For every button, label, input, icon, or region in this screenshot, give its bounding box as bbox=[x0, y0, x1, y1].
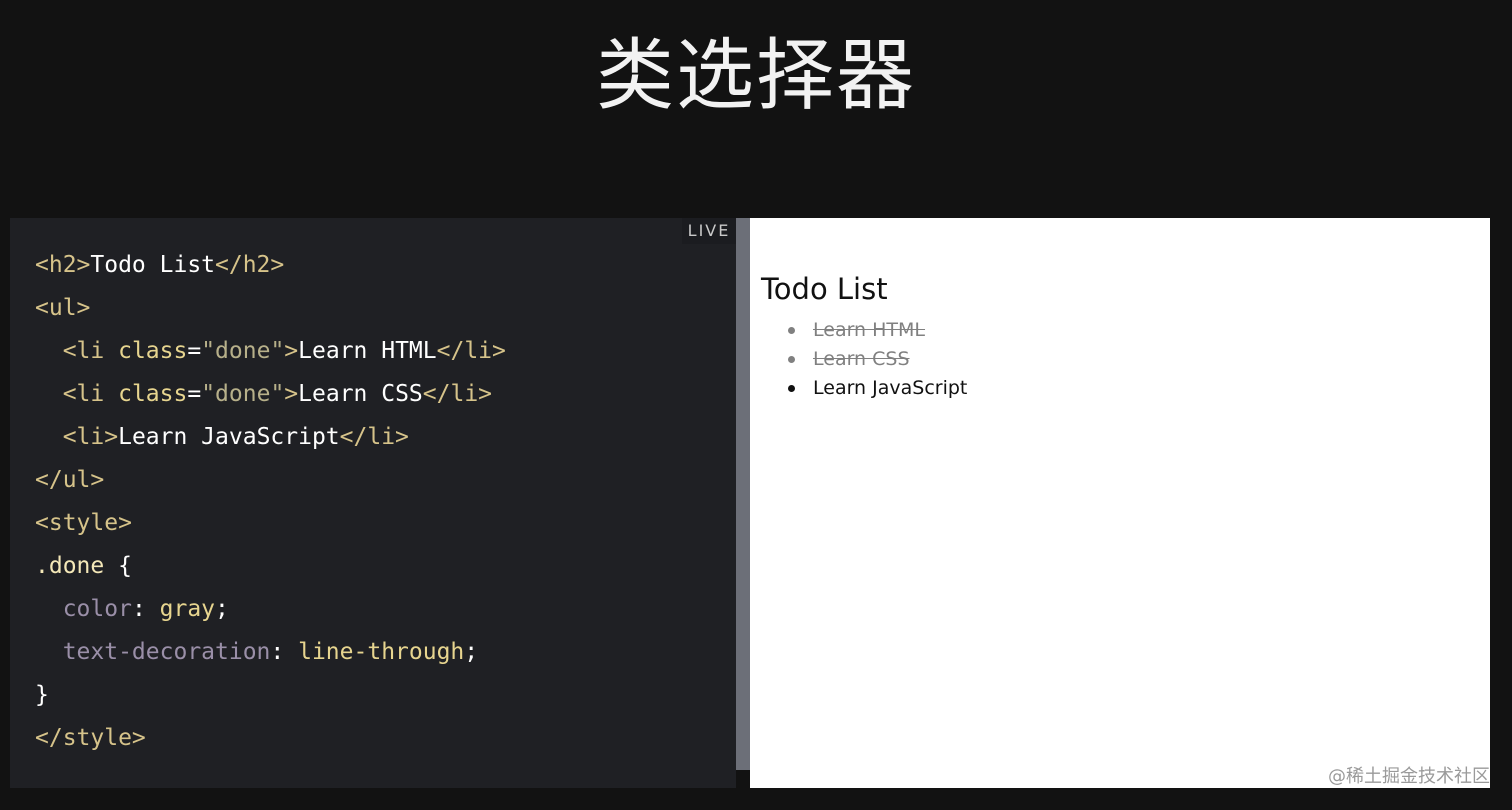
code-token-tag: > bbox=[284, 338, 299, 364]
watermark: @稀土掘金技术社区 bbox=[1328, 766, 1490, 787]
code-token-prop: text-decoration bbox=[35, 639, 271, 665]
code-token-text: Learn JavaScript bbox=[118, 424, 340, 450]
code-line: } bbox=[35, 674, 506, 717]
code-content[interactable]: <h2>Todo List</h2> <ul> <li class="done">… bbox=[35, 244, 506, 760]
code-line: <style> bbox=[35, 502, 506, 545]
code-token-punc: } bbox=[35, 682, 49, 708]
code-token-tag: <li bbox=[35, 338, 119, 364]
code-token-tag: <li> bbox=[35, 424, 119, 450]
code-token-tag: </li> bbox=[339, 424, 409, 450]
code-token-attr: class bbox=[118, 338, 188, 364]
live-preview: Todo List Learn HTML Learn CSS Learn JavaS… bbox=[750, 218, 1490, 788]
todo-list: Learn HTML Learn CSS Learn JavaScript bbox=[788, 316, 967, 403]
code-token-val: gray bbox=[159, 596, 216, 622]
code-line: <li class="done">Learn HTML</li> bbox=[35, 330, 506, 373]
code-token-tag: </li> bbox=[422, 381, 493, 407]
code-token-punc: { bbox=[104, 553, 132, 579]
code-token-attr: class bbox=[118, 381, 188, 407]
code-line: <ul> bbox=[35, 287, 506, 330]
code-token-sel: .done bbox=[35, 553, 105, 579]
code-line: </ul> bbox=[35, 459, 506, 502]
code-token-text: Learn HTML bbox=[298, 338, 437, 364]
slide-title: 类选择器 bbox=[595, 31, 916, 121]
code-line: .done { bbox=[35, 545, 506, 588]
code-token-text: Todo List bbox=[90, 252, 216, 278]
todo-item: Learn JavaScript bbox=[788, 374, 967, 403]
code-token-punc: = bbox=[187, 338, 202, 364]
code-line: <li>Learn JavaScript</li> bbox=[35, 416, 506, 459]
code-line: <li class="done">Learn CSS</li> bbox=[35, 373, 506, 416]
code-token-prop: color bbox=[35, 596, 132, 622]
code-editor[interactable]: <h2>Todo List</h2> <ul> <li class="done">… bbox=[10, 218, 736, 788]
code-token-tag: </li> bbox=[436, 338, 506, 364]
code-token-punc: ; bbox=[464, 639, 479, 665]
code-token-tag: <h2> bbox=[35, 252, 91, 278]
code-token-tag: <style> bbox=[35, 510, 132, 536]
code-token-str: "done" bbox=[201, 381, 285, 407]
code-token-str: "done" bbox=[201, 338, 285, 364]
code-line: color: gray; bbox=[35, 588, 506, 631]
code-token-val: line-through bbox=[298, 639, 465, 665]
code-token-text: Learn CSS bbox=[298, 381, 423, 407]
code-token-punc: : bbox=[131, 596, 160, 622]
todo-item: Learn CSS bbox=[788, 345, 967, 374]
code-line: text-decoration: line-through; bbox=[35, 631, 506, 674]
code-token-tag: <li bbox=[35, 381, 119, 407]
code-token-tag: > bbox=[284, 381, 299, 407]
code-line: <h2>Todo List</h2> bbox=[35, 244, 506, 287]
code-token-tag: </h2> bbox=[215, 252, 285, 278]
pane-divider[interactable] bbox=[736, 218, 750, 770]
code-token-tag: </ul> bbox=[35, 467, 105, 493]
code-token-punc: ; bbox=[215, 596, 229, 622]
code-token-tag: <ul> bbox=[35, 295, 91, 321]
code-token-punc: : bbox=[270, 639, 299, 665]
live-badge: LIVE bbox=[682, 218, 736, 244]
preview-heading: Todo List bbox=[761, 272, 888, 307]
code-token-punc: = bbox=[187, 381, 202, 407]
todo-item: Learn HTML bbox=[788, 316, 967, 345]
code-token-tag: </style> bbox=[35, 725, 146, 751]
code-line: </style> bbox=[35, 717, 506, 760]
slide: 类选择器 <h2>Todo List</h2> <ul> <li class="d… bbox=[0, 0, 1512, 810]
